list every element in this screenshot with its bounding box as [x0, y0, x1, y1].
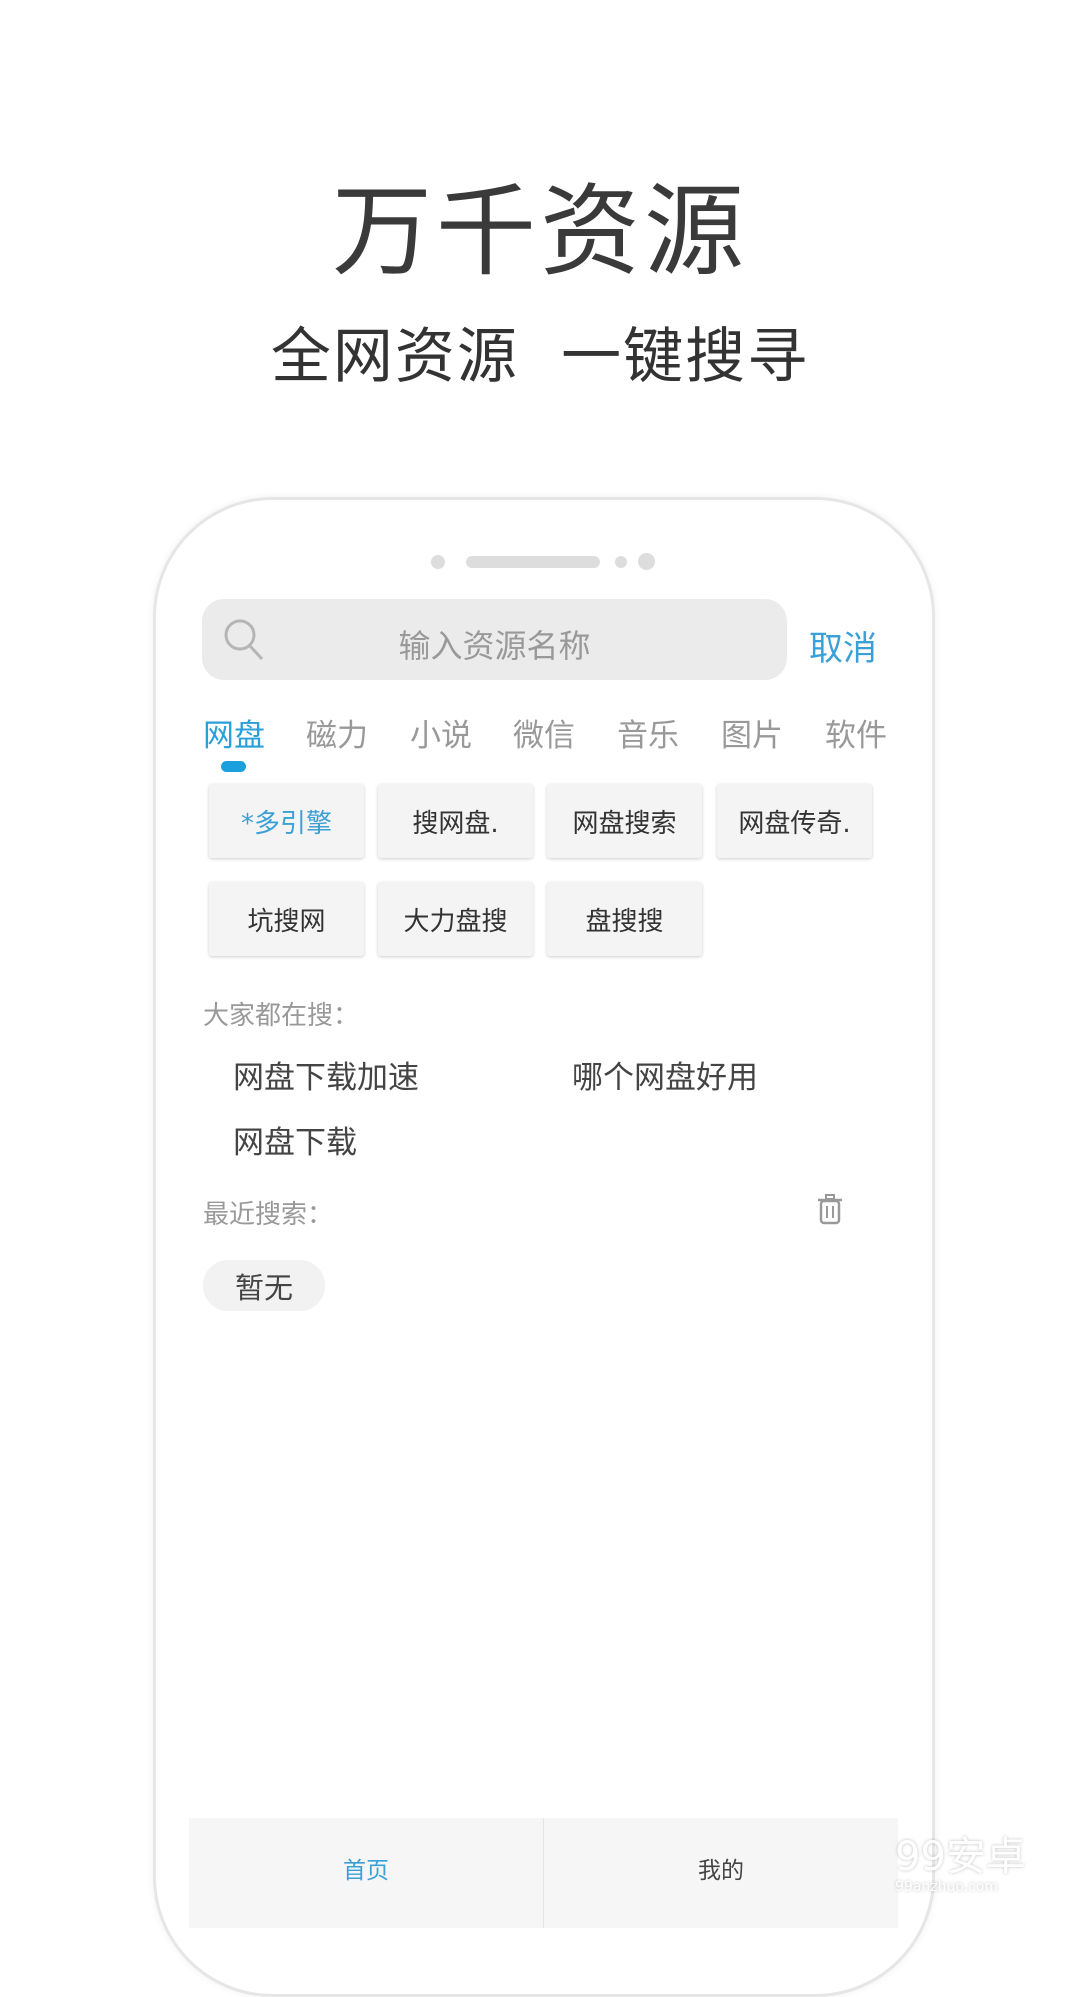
tab-images[interactable]: 图片	[721, 710, 783, 755]
search-input[interactable]: 输入资源名称	[202, 599, 787, 680]
hot-search-item[interactable]: 哪个网盘好用	[572, 1052, 758, 1097]
tab-indicator	[221, 761, 246, 772]
tab-wechat[interactable]: 微信	[513, 710, 575, 755]
engine-chip[interactable]: 坑搜网	[209, 882, 364, 956]
nav-home[interactable]: 首页	[189, 1818, 544, 1928]
cancel-button[interactable]: 取消	[809, 621, 877, 670]
tab-software[interactable]: 软件	[825, 710, 887, 755]
sensor-dot	[615, 556, 627, 568]
engine-chip[interactable]: 网盘传奇.	[717, 784, 872, 858]
engine-chip[interactable]: 网盘搜索	[547, 784, 702, 858]
engine-chip[interactable]: 搜网盘.	[378, 784, 533, 858]
bottom-nav: 首页 我的	[189, 1818, 898, 1928]
hot-search-label: 大家都在搜：	[203, 1001, 360, 1031]
watermark-url: 99anzhuo.com	[895, 1879, 999, 1895]
tab-novel[interactable]: 小说	[410, 710, 472, 755]
engine-chip[interactable]: *多引擎	[209, 784, 364, 858]
trash-icon[interactable]	[816, 1193, 844, 1225]
speaker-grille	[466, 556, 600, 568]
search-placeholder: 输入资源名称	[398, 627, 591, 665]
promo-subtitle: 全网资源 一键搜寻	[270, 322, 810, 392]
tab-netdisk[interactable]: 网盘	[203, 710, 265, 755]
camera-dot	[431, 555, 445, 569]
hot-search-item[interactable]: 网盘下载加速	[233, 1052, 419, 1097]
recent-search-label: 最近搜索：	[203, 1200, 334, 1230]
watermark-logo: 99安卓 99anzhuo.com	[895, 1835, 1026, 1895]
hot-search-item[interactable]: 网盘下载	[233, 1117, 357, 1162]
nav-mine[interactable]: 我的	[544, 1818, 898, 1928]
tab-music[interactable]: 音乐	[617, 710, 679, 755]
engine-chip[interactable]: 大力盘搜	[378, 882, 533, 956]
camera-dot	[638, 553, 655, 570]
engine-chip[interactable]: 盘搜搜	[547, 882, 702, 956]
recent-empty-chip: 暂无	[203, 1260, 325, 1311]
tab-magnet[interactable]: 磁力	[306, 710, 368, 755]
promo-title: 万千资源	[332, 173, 748, 290]
watermark-brand: 99安卓	[895, 1834, 1026, 1880]
